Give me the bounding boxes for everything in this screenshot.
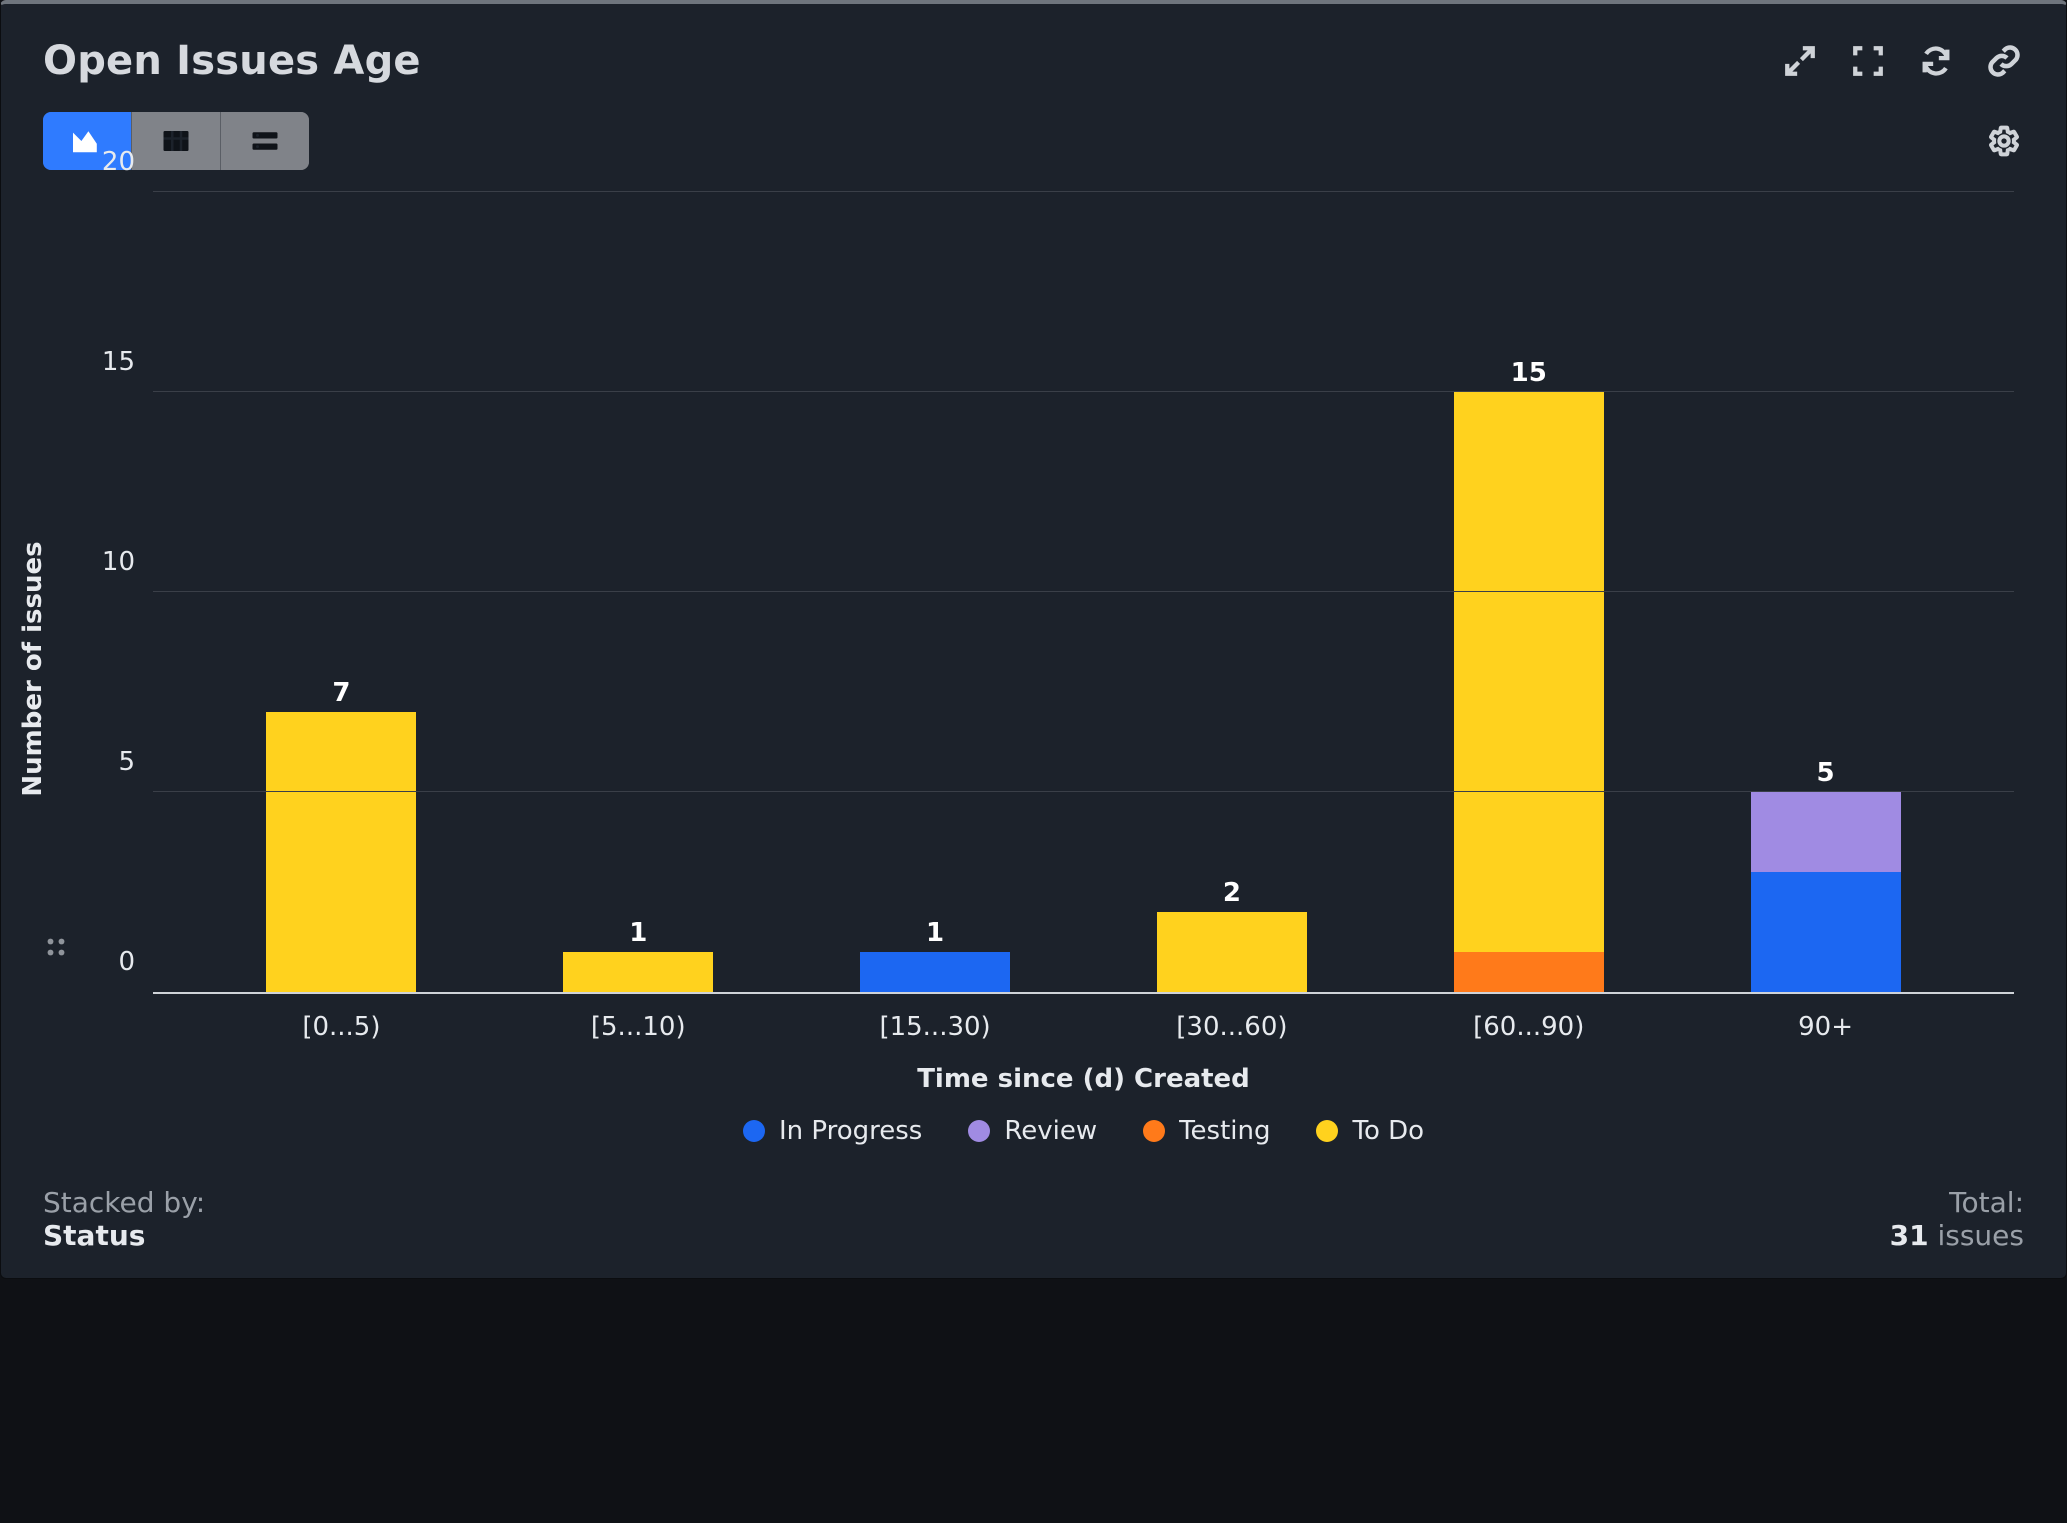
header-actions xyxy=(1780,41,2024,81)
y-tick: 15 xyxy=(102,347,135,377)
panel-title: Open Issues Age xyxy=(43,38,421,84)
legend-swatch xyxy=(968,1120,990,1142)
gridline xyxy=(153,791,2014,792)
bar-segment[interactable] xyxy=(1454,392,1604,952)
legend-item[interactable]: To Do xyxy=(1316,1116,1424,1146)
bar-segment[interactable] xyxy=(860,952,1010,992)
horizontal-scrollbar[interactable] xyxy=(1,1270,2066,1278)
panel-header: Open Issues Age xyxy=(43,38,2024,84)
fullscreen-icon[interactable] xyxy=(1848,41,1888,81)
bar-total-label: 7 xyxy=(332,678,350,708)
legend-label: Testing xyxy=(1179,1116,1270,1146)
bar[interactable]: 7 xyxy=(266,712,416,992)
drag-handle-icon[interactable] xyxy=(45,936,67,958)
y-tick: 10 xyxy=(102,547,135,577)
bar[interactable]: 2 xyxy=(1157,912,1307,992)
toolbar xyxy=(43,112,2024,170)
legend-label: Review xyxy=(1004,1116,1097,1146)
bar-total-label: 5 xyxy=(1817,758,1835,788)
legend-item[interactable]: Testing xyxy=(1143,1116,1270,1146)
legend-swatch xyxy=(743,1120,765,1142)
bar-slot: 7 xyxy=(193,712,490,992)
panel-footer: Stacked by: Status Total: 31 issues xyxy=(43,1186,2024,1252)
gridline xyxy=(153,591,2014,592)
bar-total-label: 1 xyxy=(629,918,647,948)
view-table-button[interactable] xyxy=(132,112,221,170)
legend-swatch xyxy=(1143,1120,1165,1142)
bar-slot: 1 xyxy=(787,952,1084,992)
bar-segment[interactable] xyxy=(1751,872,1901,992)
y-axis-label: Number of issues xyxy=(18,541,48,796)
bar-segment[interactable] xyxy=(563,952,713,992)
y-tick: 20 xyxy=(102,147,135,177)
legend: In Progress Review Testing To Do xyxy=(153,1116,2014,1146)
bar-segment[interactable] xyxy=(1454,952,1604,992)
bars-container: 7112155 xyxy=(153,192,2014,992)
collapse-icon[interactable] xyxy=(1780,41,1820,81)
gridline xyxy=(153,191,2014,192)
x-tick: [15...30) xyxy=(787,1012,1084,1042)
total-value: 31 xyxy=(1890,1219,1929,1252)
chart-area: Number of issues 7112155 05101520 [0...5… xyxy=(43,192,2024,1146)
bar[interactable]: 1 xyxy=(563,952,713,992)
stacked-by-value: Status xyxy=(43,1219,205,1252)
legend-swatch xyxy=(1316,1120,1338,1142)
settings-icon[interactable] xyxy=(1984,121,2024,161)
legend-item[interactable]: In Progress xyxy=(743,1116,922,1146)
link-icon[interactable] xyxy=(1984,41,2024,81)
total: Total: 31 issues xyxy=(1890,1186,2024,1252)
y-tick: 5 xyxy=(118,747,135,777)
total-label: Total: xyxy=(1890,1186,2024,1219)
bar-slot: 15 xyxy=(1380,392,1677,992)
x-tick: [0...5) xyxy=(193,1012,490,1042)
x-tick: [60...90) xyxy=(1380,1012,1677,1042)
total-suffix: issues xyxy=(1929,1219,2024,1252)
bar[interactable]: 5 xyxy=(1751,792,1901,992)
stacked-by-label: Stacked by: xyxy=(43,1186,205,1219)
bar-slot: 2 xyxy=(1083,912,1380,992)
view-list-button[interactable] xyxy=(221,112,309,170)
bar[interactable]: 1 xyxy=(860,952,1010,992)
bar-segment[interactable] xyxy=(1751,792,1901,872)
x-tick: [30...60) xyxy=(1083,1012,1380,1042)
legend-label: To Do xyxy=(1352,1116,1424,1146)
refresh-icon[interactable] xyxy=(1916,41,1956,81)
chart-panel: Open Issues Age xyxy=(0,0,2067,1279)
legend-item[interactable]: Review xyxy=(968,1116,1097,1146)
x-tick: [5...10) xyxy=(490,1012,787,1042)
bar-total-label: 15 xyxy=(1511,358,1547,388)
bar-slot: 1 xyxy=(490,952,787,992)
stacked-by: Stacked by: Status xyxy=(43,1186,205,1252)
legend-label: In Progress xyxy=(779,1116,922,1146)
bar-total-label: 2 xyxy=(1223,878,1241,908)
bar-slot: 5 xyxy=(1677,792,1974,992)
bar-segment[interactable] xyxy=(1157,912,1307,992)
x-ticks: [0...5)[5...10)[15...30)[30...60)[60...9… xyxy=(153,994,2014,1042)
gridline xyxy=(153,391,2014,392)
x-axis-label: Time since (d) Created xyxy=(153,1064,2014,1094)
bar[interactable]: 15 xyxy=(1454,392,1604,992)
bar-segment[interactable] xyxy=(266,712,416,992)
view-toggle xyxy=(43,112,309,170)
x-tick: 90+ xyxy=(1677,1012,1974,1042)
total-value-line: 31 issues xyxy=(1890,1219,2024,1252)
bar-total-label: 1 xyxy=(926,918,944,948)
y-tick: 0 xyxy=(118,947,135,977)
plot-area: 7112155 05101520 xyxy=(153,192,2014,994)
